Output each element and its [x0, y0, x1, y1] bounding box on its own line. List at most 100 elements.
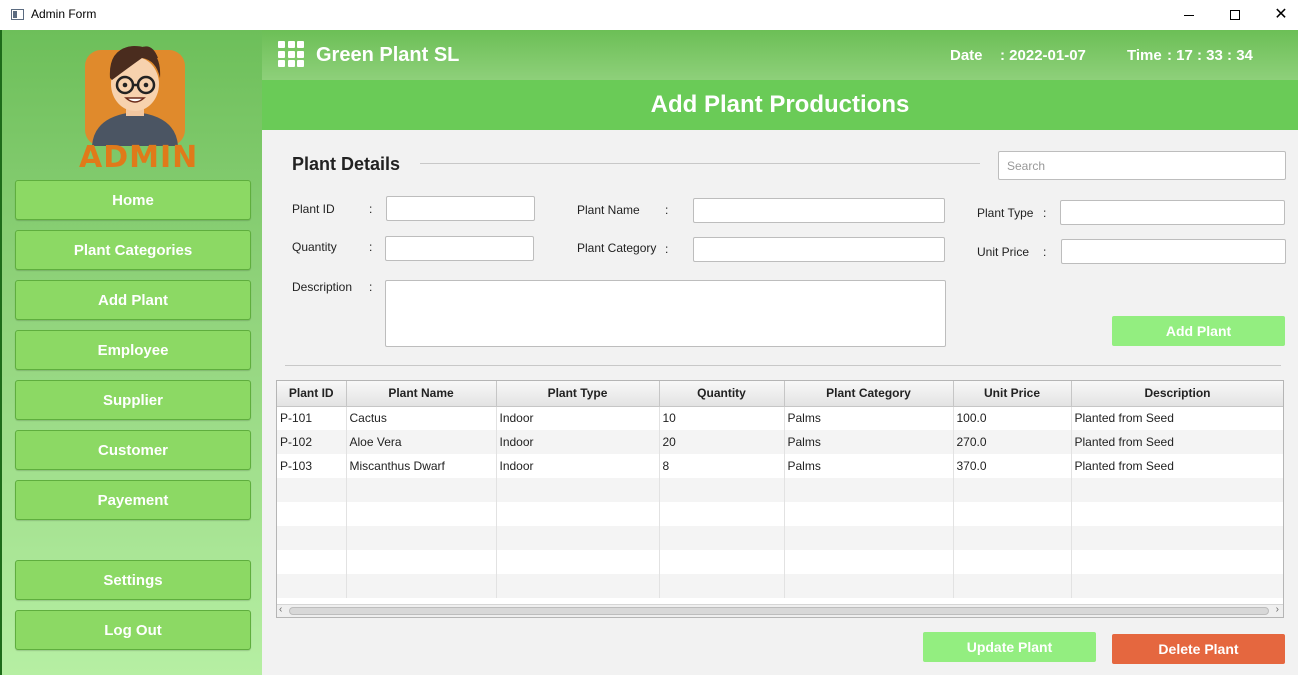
column-header[interactable]: Quantity — [659, 381, 785, 407]
plant-id-label: Plant ID — [292, 202, 335, 216]
maximize-icon — [1230, 10, 1240, 20]
close-icon: ✕ — [1274, 6, 1288, 23]
table-cell: Planted from Seed — [1071, 430, 1283, 454]
plants-table[interactable]: Plant ID Plant Name Plant Type Quantity … — [276, 380, 1284, 618]
plant-category-field[interactable] — [693, 237, 945, 262]
plant-category-label: Plant Category — [577, 241, 657, 255]
column-header[interactable]: Plant Type — [496, 381, 660, 407]
add-plant-button[interactable]: Add Plant — [1112, 316, 1285, 346]
description-colon: : — [369, 280, 373, 294]
minimize-icon — [1184, 14, 1194, 16]
table-row[interactable]: P-102 Aloe Vera Indoor 20 Palms 270.0 Pl… — [277, 430, 1283, 454]
column-header[interactable]: Plant Category — [784, 381, 954, 407]
table-cell: 270.0 — [953, 430, 1072, 454]
nav-home-button[interactable]: Home — [15, 180, 251, 220]
form-divider — [285, 365, 1281, 366]
nav-add-plant-button[interactable]: Add Plant — [15, 280, 251, 320]
page-title: Add Plant Productions — [650, 91, 910, 118]
table-cell: P-101 — [277, 406, 347, 430]
close-button[interactable]: ✕ — [1258, 0, 1298, 30]
table-cell: P-103 — [277, 454, 347, 478]
table-cell: P-102 — [277, 430, 347, 454]
plant-type-colon: : — [1043, 206, 1047, 220]
brand-name: Green Plant SL — [316, 44, 460, 66]
table-cell: Palms — [784, 454, 954, 478]
column-header[interactable]: Unit Price — [953, 381, 1072, 407]
scroll-right-icon[interactable]: › — [1276, 604, 1279, 615]
scrollbar-thumb[interactable] — [289, 607, 1269, 615]
table-cell: Palms — [784, 406, 954, 430]
table-cell: Cactus — [346, 406, 497, 430]
nav-employee-button[interactable]: Employee — [15, 330, 251, 370]
delete-plant-button[interactable]: Delete Plant — [1112, 634, 1285, 664]
table-cell: Aloe Vera — [346, 430, 497, 454]
admin-avatar — [85, 46, 185, 146]
plant-name-label: Plant Name — [577, 203, 640, 217]
unit-price-colon: : — [1043, 245, 1047, 259]
plant-type-field[interactable] — [1060, 200, 1285, 225]
table-cell: 370.0 — [953, 454, 1072, 478]
table-cell: 20 — [659, 430, 785, 454]
table-cell: Indoor — [496, 406, 660, 430]
empty-table-row — [277, 526, 1283, 550]
unit-price-label: Unit Price — [977, 245, 1030, 259]
minimize-button[interactable] — [1166, 0, 1212, 30]
empty-table-row — [277, 478, 1283, 502]
time-value: : 17 : 33 : 34 — [1167, 47, 1253, 64]
nav-customer-button[interactable]: Customer — [15, 430, 251, 470]
plant-type-label: Plant Type — [977, 206, 1034, 220]
empty-table-row — [277, 502, 1283, 526]
table-cell: Miscanthus Dwarf — [346, 454, 497, 478]
plant-name-colon: : — [665, 203, 669, 217]
admin-label: ADMIN — [79, 140, 199, 175]
section-divider — [420, 163, 980, 164]
date-value: : 2022-01-07 — [1000, 47, 1086, 64]
header-bar: Green Plant SL Date : 2022-01-07 Time : … — [262, 30, 1298, 80]
search-input[interactable] — [998, 151, 1286, 180]
description-field[interactable] — [385, 280, 946, 347]
unit-price-field[interactable] — [1061, 239, 1286, 264]
table-cell: Indoor — [496, 454, 660, 478]
app-grid-icon[interactable] — [278, 41, 304, 67]
column-header[interactable]: Plant ID — [277, 381, 347, 407]
table-cell: Palms — [784, 430, 954, 454]
nav-plant-categories-button[interactable]: Plant Categories — [15, 230, 251, 270]
table-cell: Indoor — [496, 430, 660, 454]
admin-form-window: Admin Form ✕ ADMIN Home Plant Categories… — [0, 0, 1298, 675]
table-cell: Planted from Seed — [1071, 406, 1283, 430]
column-header[interactable]: Description — [1071, 381, 1283, 407]
plant-id-colon: : — [369, 202, 373, 216]
table-cell: 100.0 — [953, 406, 1072, 430]
time-label: Time — [1127, 47, 1162, 64]
maximize-button[interactable] — [1212, 0, 1258, 30]
plant-category-colon: : — [665, 242, 669, 256]
table-cell: 10 — [659, 406, 785, 430]
empty-table-row — [277, 574, 1283, 598]
section-title: Plant Details — [292, 154, 401, 174]
title-bar: Admin Form ✕ — [0, 0, 1298, 30]
table-cell: 8 — [659, 454, 785, 478]
description-label: Description — [292, 280, 353, 294]
quantity-colon: : — [369, 240, 373, 254]
sidebar: ADMIN Home Plant Categories Add Plant Em… — [0, 30, 262, 675]
table-row[interactable]: P-101 Cactus Indoor 10 Palms 100.0 Plant… — [277, 406, 1283, 430]
window-title: Admin Form — [31, 7, 97, 21]
table-cell: Planted from Seed — [1071, 454, 1283, 478]
nav-settings-button[interactable]: Settings — [15, 560, 251, 600]
plant-name-field[interactable] — [693, 198, 945, 223]
nav-supplier-button[interactable]: Supplier — [15, 380, 251, 420]
nav-logout-button[interactable]: Log Out — [15, 610, 251, 650]
page-title-banner: Add Plant Productions — [262, 80, 1298, 130]
table-header-row: Plant ID Plant Name Plant Type Quantity … — [277, 381, 1283, 407]
app-window-icon — [11, 9, 24, 20]
update-plant-button[interactable]: Update Plant — [923, 632, 1096, 662]
quantity-field[interactable] — [385, 236, 534, 261]
plant-id-field[interactable] — [386, 196, 535, 221]
quantity-label: Quantity — [292, 240, 337, 254]
date-label: Date — [950, 47, 983, 64]
horizontal-scrollbar[interactable]: ‹ › — [277, 604, 1283, 617]
table-row[interactable]: P-103 Miscanthus Dwarf Indoor 8 Palms 37… — [277, 454, 1283, 478]
column-header[interactable]: Plant Name — [346, 381, 497, 407]
nav-payement-button[interactable]: Payement — [15, 480, 251, 520]
scroll-left-icon[interactable]: ‹ — [279, 604, 282, 615]
